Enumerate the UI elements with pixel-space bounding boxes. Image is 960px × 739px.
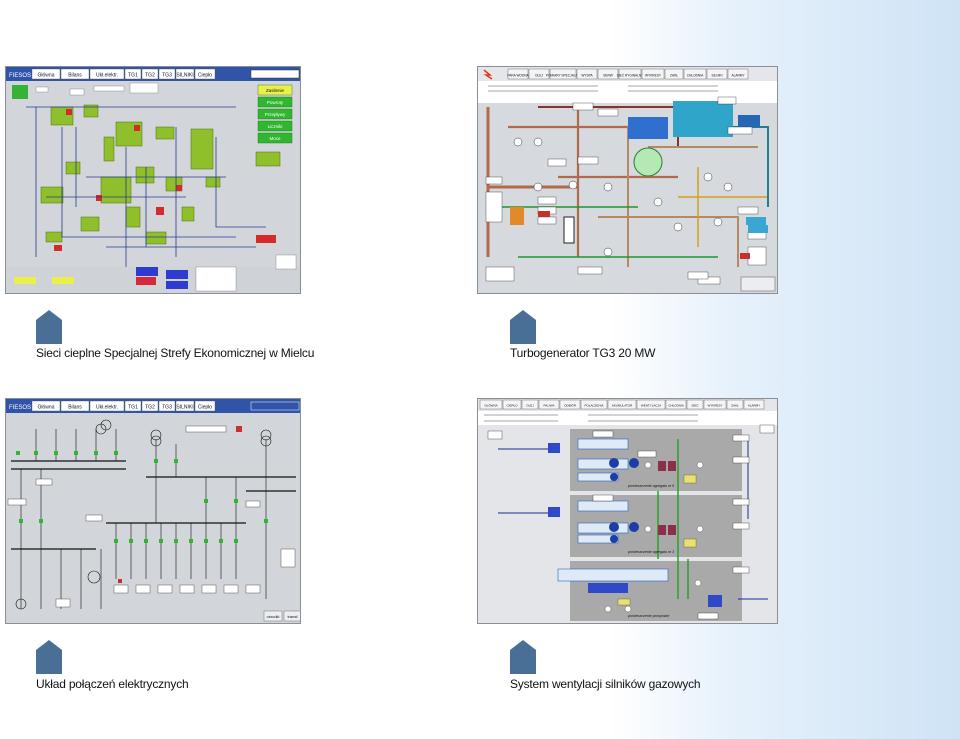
- scada-tab-label: ZAKŁ: [731, 404, 739, 408]
- scada-tab-label: Ciepło: [198, 405, 212, 411]
- scada-tab-label: WENTYLACJA: [641, 404, 661, 408]
- scada-button-label: ośrodki: [267, 614, 280, 619]
- caption-marker-1: [36, 310, 62, 344]
- scada-tab-label: CHŁODNIA: [687, 74, 704, 78]
- scada-tab-label: ZAKŁ: [670, 74, 678, 78]
- screenshot-turbogenerator: PARA WODNA OLEJ POMIARY SPECJALNE WYSPA SERW…: [477, 66, 778, 294]
- scada-tab-label: SERW: [603, 74, 613, 78]
- scada-tab-label: POMIARY SPECJALNE: [546, 74, 580, 78]
- scada-tab-label: ALARMY: [731, 74, 745, 78]
- scada-tab-label: PARA WODNA: [507, 74, 529, 78]
- scada-tab-label: ALARMY: [748, 404, 760, 408]
- caption-marker-3: [36, 640, 62, 674]
- scada-tab-label: Ciepło: [198, 73, 212, 79]
- scada-button-label: transf.: [287, 614, 298, 619]
- scada-tab-label: TG3: [162, 405, 172, 411]
- scada-tab-label: Główna: [38, 73, 55, 79]
- scada-tab-label: TG1: [128, 73, 138, 79]
- scada-brand: FIESOS: [9, 73, 31, 79]
- scada-room-label: pomieszczenie agregatu nr 5: [627, 484, 674, 488]
- scada-tab-label: Ukł.elektr.: [96, 73, 118, 79]
- scada-room-label: pomieszczenie agregatu nr 3: [627, 550, 674, 554]
- scada-menu-label: Zasilenie: [266, 88, 285, 93]
- scada-tab-label: CIEPŁO: [506, 404, 518, 408]
- scada-tab-label: SIEĆ: [691, 403, 699, 408]
- scada-tab-label: OLEJ: [526, 404, 534, 408]
- screenshot-heat-network: FIESOS Główna Bilans Ukł.elektr. TG1 TG2 TG3 S…: [5, 66, 301, 294]
- caption-electrical: Układ połączeń elektrycznych: [36, 677, 189, 691]
- scada-tab-label: Bilans: [68, 405, 82, 411]
- scada-tab-label: Bilans: [68, 73, 82, 79]
- scada-tab-label: TG2: [145, 73, 155, 79]
- scada-tab-label: PALIWA: [543, 404, 554, 408]
- scada-menu-label: Przepływy: [265, 112, 286, 117]
- screenshot-electrical: FIESOS Główna Bilans Ukł.elektr. TG1 TG2 TG3 S…: [5, 398, 301, 624]
- scada-menu-label: Moce: [269, 136, 281, 141]
- scada-tab-label: OLEJ: [535, 74, 543, 78]
- scada-tab-label: SILNIKI: [176, 73, 193, 79]
- caption-marker-4: [510, 640, 536, 674]
- scada-tab-label: TG1: [128, 405, 138, 411]
- scada-tab-label: WYKRESY: [645, 74, 662, 78]
- scada-menu-label: Liczniki: [268, 124, 283, 129]
- scada-tab-label: SIEĆ RYGINALNY: [617, 73, 645, 78]
- scada-tab-label: Ukł.elektr.: [96, 405, 118, 411]
- scada-tab-label: GŁÓWNA: [484, 403, 497, 408]
- scada-menu-label: Powroty: [267, 100, 284, 105]
- scada-tab-label: CHŁODNIA: [668, 404, 684, 408]
- screenshot-ventilation: GŁÓWNA CIEPŁO OLEJ PALIWA ODBIÓR POŁĄCZENIA AK…: [477, 398, 778, 624]
- caption-turbogenerator: Turbogenerator TG3 20 MW: [510, 346, 656, 360]
- caption-heat-network: Sieci cieplne Specjalnej Strefy Ekonomic…: [36, 346, 315, 360]
- scada-tab-label: POŁĄCZENIA: [584, 404, 603, 408]
- scada-tab-label: WYSPA: [581, 74, 593, 78]
- scada-tab-label: SILNIKI: [712, 74, 723, 78]
- scada-tab-label: TG3: [162, 73, 172, 79]
- scada-brand: FIESOS: [9, 405, 31, 411]
- scada-tab-label: Główna: [38, 405, 55, 411]
- scada-tab-label: SILNIKI: [176, 405, 193, 411]
- scada-tab-label: WYKRESY: [707, 404, 722, 408]
- scada-tab-label: ODBIÓR: [564, 403, 577, 408]
- caption-marker-2: [510, 310, 536, 344]
- scada-tab-label: TG2: [145, 405, 155, 411]
- caption-ventilation: System wentylacji silników gazowych: [510, 677, 701, 691]
- scada-room-label: pomieszczenie pompowni: [627, 614, 669, 618]
- scada-tab-label: AKUMULATOR: [612, 404, 633, 408]
